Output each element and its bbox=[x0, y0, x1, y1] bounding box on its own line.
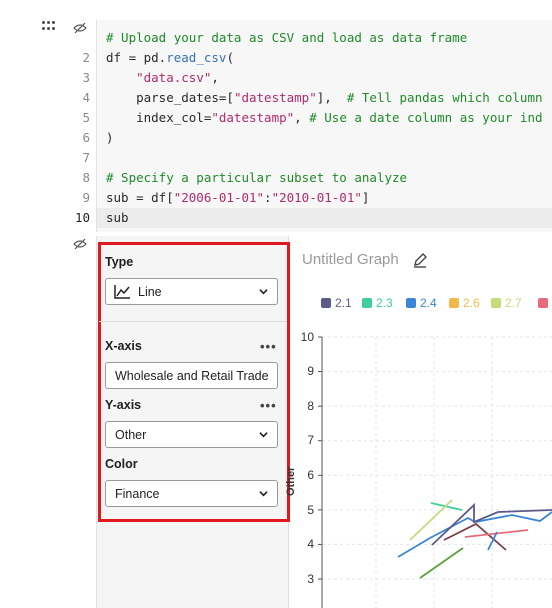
series-line bbox=[419, 547, 464, 579]
series-line bbox=[397, 511, 552, 558]
series-line bbox=[409, 499, 453, 541]
series-line bbox=[443, 522, 507, 551]
chart-plot bbox=[318, 336, 552, 608]
